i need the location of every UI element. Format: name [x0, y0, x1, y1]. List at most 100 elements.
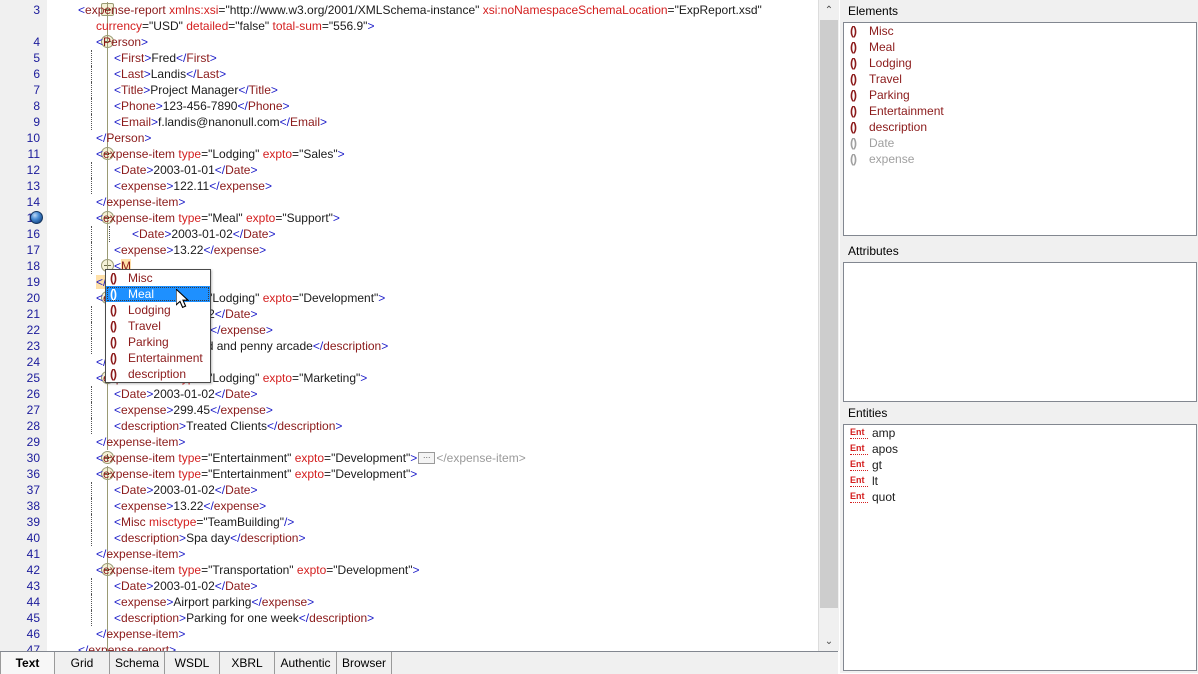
- element-list-item[interactable]: () Travel: [844, 71, 1196, 87]
- entity-list-item[interactable]: Ent lt: [844, 473, 1196, 489]
- code-line[interactable]: </Person>: [96, 130, 151, 146]
- code-line[interactable]: </expense-report>: [78, 642, 176, 651]
- element-list-item[interactable]: () Lodging: [844, 55, 1196, 71]
- entity-list-item[interactable]: Ent quot: [844, 489, 1196, 505]
- indent-guide: [91, 578, 92, 594]
- autocomplete-item[interactable]: () Lodging: [106, 302, 210, 318]
- attributes-panel: Attributes: [840, 240, 1198, 402]
- code-folding-margin[interactable]: [47, 0, 114, 651]
- entities-list[interactable]: Ent amp Ent apos Ent gt Ent lt Ent quot: [843, 424, 1197, 671]
- code-line[interactable]: <description>Spa day</description>: [114, 530, 306, 546]
- code-line[interactable]: </expense-item>: [96, 546, 185, 562]
- elements-panel-title: Elements: [840, 0, 1198, 22]
- view-tab-xbrl[interactable]: XBRL: [220, 652, 275, 674]
- code-line[interactable]: <expense-item type = "Entertainment" expto…: [96, 450, 526, 466]
- code-line[interactable]: <Misc misctype="TeamBuilding"/>: [114, 514, 294, 530]
- code-line[interactable]: <Date>2003-01-01</Date>: [114, 162, 258, 178]
- code-token: <: [114, 579, 122, 593]
- code-token: </: [96, 627, 107, 641]
- attributes-list[interactable]: [843, 262, 1197, 402]
- xml-editor-window: 3456789101112131415161718192021222324252…: [0, 0, 1198, 674]
- view-tab-grid[interactable]: Grid: [55, 652, 110, 674]
- view-tab-text[interactable]: Text: [0, 652, 55, 674]
- code-line[interactable]: <First>Fred</First>: [114, 50, 217, 66]
- line-number: 4: [33, 35, 40, 49]
- autocomplete-item[interactable]: () Entertainment: [106, 350, 210, 366]
- entity-label: amp: [872, 426, 896, 440]
- code-line[interactable]: <expense>122.11</expense>: [114, 178, 272, 194]
- code-token: "http://www.w3.org/2001/XMLSchema-instan…: [225, 3, 480, 17]
- autocomplete-item-label: Meal: [128, 287, 155, 301]
- code-line[interactable]: <Email>f.landis@nanonull.com</Email>: [114, 114, 327, 130]
- indent-guide: [91, 98, 92, 114]
- code-token: >: [265, 323, 273, 337]
- code-line[interactable]: currency="USD" detailed="false" total-su…: [96, 18, 374, 34]
- code-token: expto: [262, 147, 293, 161]
- code-token: First: [121, 51, 145, 65]
- entity-list-item[interactable]: Ent gt: [844, 457, 1196, 473]
- entities-panel: Entities Ent amp Ent apos Ent gt Ent lt Ent quot: [840, 402, 1198, 673]
- code-line[interactable]: <Title>Project Manager</Title>: [114, 82, 278, 98]
- code-line[interactable]: <expense>299.45</expense>: [114, 402, 273, 418]
- code-line[interactable]: <Phone>123-456-7890</Phone>: [114, 98, 290, 114]
- code-line[interactable]: <description>Parking for one week</descr…: [114, 610, 374, 626]
- autocomplete-item[interactable]: () Parking: [106, 334, 210, 350]
- code-line[interactable]: <expense-item type="Lodging" expto="Sale…: [96, 146, 345, 162]
- view-tab-bar[interactable]: Text Grid Schema WSDL XBRL Authentic Browser: [0, 651, 838, 674]
- entity-list-item[interactable]: Ent apos: [844, 441, 1196, 457]
- code-token: expense: [220, 403, 266, 417]
- code-line[interactable]: <Date>2003-01-02</Date>: [114, 386, 258, 402]
- bookmark-icon[interactable]: [30, 211, 43, 224]
- code-line[interactable]: </expense-item>: [96, 194, 185, 210]
- autocomplete-item[interactable]: () Travel: [106, 318, 210, 334]
- elements-list[interactable]: () Misc() Meal() Lodging() Travel() Parking()…: [843, 22, 1197, 236]
- line-number: 11: [27, 147, 40, 161]
- view-tab-schema[interactable]: Schema: [110, 652, 165, 674]
- code-line[interactable]: <expense-item type = "Entertainment" expto…: [96, 466, 417, 482]
- line-number-gutter[interactable]: 3456789101112131415161718192021222324252…: [0, 0, 48, 651]
- code-token: <: [114, 83, 122, 97]
- collapsed-content-box[interactable]: ...: [418, 450, 436, 464]
- element-list-item[interactable]: () Date: [844, 135, 1196, 151]
- code-token: detailed: [186, 19, 229, 33]
- code-line[interactable]: <Person>: [96, 34, 148, 50]
- view-tab-browser[interactable]: Browser: [337, 652, 392, 674]
- code-line[interactable]: <expense-item type="Transportation" expt…: [96, 562, 420, 578]
- scroll-up-arrow-icon[interactable]: ⌃: [819, 0, 839, 20]
- scrollbar-thumb[interactable]: [820, 20, 838, 608]
- autocomplete-item[interactable]: () description: [106, 366, 210, 382]
- code-line[interactable]: <Date>2003-01-02</Date>: [114, 482, 258, 498]
- autocomplete-item[interactable]: () Meal: [106, 286, 210, 302]
- element-list-item[interactable]: () description: [844, 119, 1196, 135]
- code-line[interactable]: <expense>Airport parking</expense>: [114, 594, 314, 610]
- code-token: Date: [225, 163, 251, 177]
- code-line[interactable]: <expense>13.22</expense>: [114, 498, 266, 514]
- element-list-item[interactable]: () expense: [844, 151, 1196, 167]
- line-number: 28: [26, 419, 40, 433]
- code-token: description: [323, 339, 382, 353]
- view-tab-wsdl[interactable]: WSDL: [165, 652, 220, 674]
- element-list-item[interactable]: () Entertainment: [844, 103, 1196, 119]
- autocomplete-item[interactable]: () Misc: [106, 270, 210, 286]
- element-list-item[interactable]: () Parking: [844, 87, 1196, 103]
- code-line[interactable]: <description>Treated Clients</descriptio…: [114, 418, 342, 434]
- code-line[interactable]: <expense-item type="Meal" expto="Support…: [96, 210, 340, 226]
- autocomplete-dropdown[interactable]: () Misc() Meal() Lodging() Travel() Parking()…: [105, 269, 211, 383]
- code-line[interactable]: <Date>2003-01-02</Date>: [132, 226, 276, 242]
- editor-vertical-scrollbar[interactable]: ⌃ ⌄: [818, 0, 839, 651]
- code-token: </: [96, 131, 107, 145]
- entity-list-item[interactable]: Ent amp: [844, 425, 1196, 441]
- code-line[interactable]: <expense-report xmlns:xsi = "http://www.w3…: [78, 2, 762, 18]
- entity-icon: Ent: [850, 491, 868, 503]
- code-line[interactable]: </expense-item>: [96, 626, 185, 642]
- view-tab-authentic[interactable]: Authentic: [275, 652, 337, 674]
- element-list-item[interactable]: () Misc: [844, 23, 1196, 39]
- code-token: <: [96, 211, 104, 225]
- code-line[interactable]: <Date>2003-01-02</Date>: [114, 578, 258, 594]
- indent-guide: [91, 514, 92, 530]
- scroll-down-arrow-icon[interactable]: ⌄: [819, 631, 839, 651]
- code-line[interactable]: </expense-item>: [96, 434, 185, 450]
- code-line[interactable]: <Last>Landis</Last>: [114, 66, 226, 82]
- code-line[interactable]: <expense>13.22</expense>: [114, 242, 266, 258]
- element-list-item[interactable]: () Meal: [844, 39, 1196, 55]
